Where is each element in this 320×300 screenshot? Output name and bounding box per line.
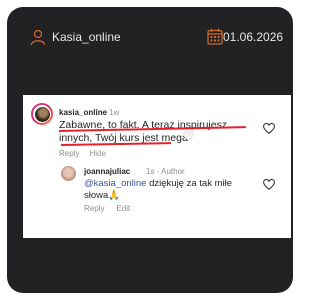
header-username: Kasia_online [52,30,121,44]
like-heart-icon[interactable] [263,179,275,190]
comment-text: Zabawne, to fakt. A teraz inspirujesz in… [59,119,228,144]
user-icon [30,29,46,46]
comment-actions: Reply Hide [59,149,116,158]
reply-avatar[interactable] [61,166,76,181]
like-heart-icon[interactable] [263,123,275,134]
header-date: 01.06.2026 [223,30,284,44]
mention-link[interactable]: @kasia_online [84,178,146,189]
comment-card: kasia_online 1w Zabawne, to fakt. A tera… [23,95,291,238]
reply-author[interactable]: joannajuliac [84,167,130,176]
post-frame: Kasia_online 01.06.2026 kasia_online 1w … [7,7,293,293]
edit-button[interactable]: Edit [116,204,130,213]
comment-avatar[interactable] [31,103,53,125]
post-header: Kasia_online 01.06.2026 [7,27,293,47]
reply-text: @kasia_online dziękuję za tak miłe słowa… [84,178,244,202]
reply-button[interactable]: Reply [84,204,104,213]
white-heart-emoji-icon [183,131,194,141]
reply-actions: Reply Edit [84,204,142,213]
reply-button[interactable]: Reply [59,149,79,158]
calendar-icon [207,28,223,45]
hide-button[interactable]: Hide [89,149,105,158]
comment-author[interactable]: kasia_online [59,108,107,117]
comment-time: 1w [109,108,120,117]
folded-hands-emoji-icon: 🙏 [108,190,121,201]
reply-meta: 1s · Author [146,167,185,176]
